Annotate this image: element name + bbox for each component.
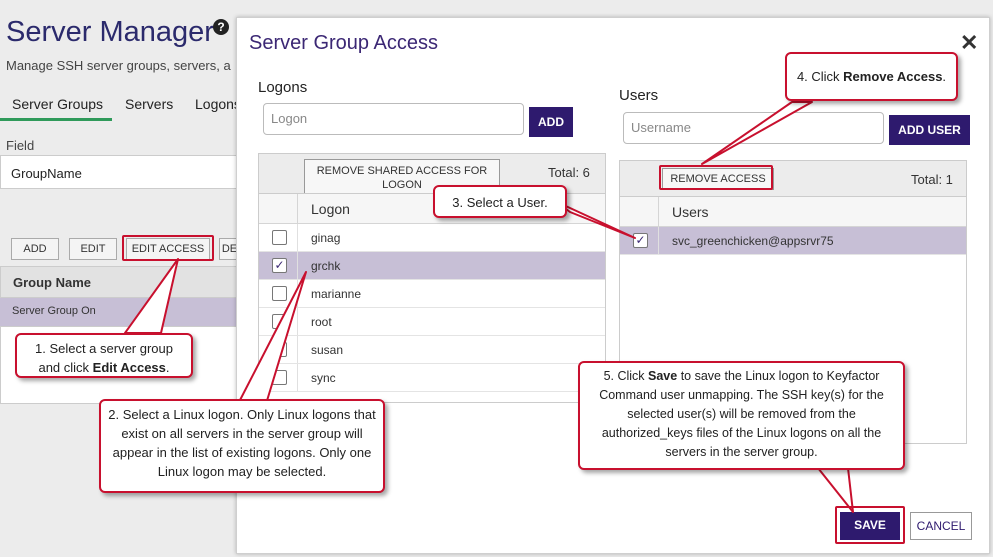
callout-step-1: 1. Select a server group and click Edit … [15,333,193,378]
logon-name: susan [311,343,344,357]
user-name: svc_greenchicken@appsrvr75 [672,234,834,248]
checkbox[interactable] [272,370,287,385]
callout-step-4: 4. Click Remove Access. [785,52,958,101]
callout-step-3: 3. Select a User. [433,185,567,218]
callout-step-2: 2. Select a Linux logon. Only Linux logo… [99,399,385,493]
list-item[interactable]: ✓ svc_greenchicken@appsrvr75 [620,227,966,255]
help-icon[interactable]: ? [213,19,229,35]
add-user-button[interactable]: ADD USER [889,115,970,145]
logon-name: sync [311,371,336,385]
edit-access-highlight [122,235,214,261]
checkbox[interactable] [272,314,287,329]
list-item[interactable]: susan [259,336,605,364]
callout-step-5: 5. Click Save to save the Linux logon to… [578,361,905,470]
logons-total: Total: 6 [548,165,590,180]
remove-access-highlight [659,165,773,190]
page-title: Server Manager [6,16,214,48]
list-item[interactable]: marianne [259,280,605,308]
logon-column-label: Logon [311,201,350,217]
field-label: Field [6,138,35,153]
add-logon-button[interactable]: ADD [529,107,573,137]
logons-section-label: Logons [258,79,308,96]
logon-input[interactable]: Logon [263,103,524,135]
list-item[interactable]: sync [259,364,605,392]
list-item[interactable]: root [259,308,605,336]
list-item[interactable]: ✓ grchk [259,252,605,280]
logon-name: ginag [311,231,341,245]
edit-button[interactable]: EDIT [69,238,117,260]
group-name-column-header[interactable]: Group Name [0,266,250,298]
logon-name: grchk [311,259,341,273]
dialog-title: Server Group Access [249,32,438,54]
list-item[interactable]: ginag [259,224,605,252]
close-icon[interactable]: ✕ [960,30,978,56]
tab-servers[interactable]: Servers [125,96,173,112]
save-highlight [835,506,905,544]
tab-logons[interactable]: Logons [195,96,241,112]
tab-server-groups[interactable]: Server Groups [0,96,112,121]
checkbox[interactable] [272,230,287,245]
users-section-label: Users [619,87,659,104]
users-column-header[interactable]: Users [620,197,966,227]
logon-name: marianne [311,287,362,301]
checkbox[interactable] [272,342,287,357]
checkbox-checked[interactable]: ✓ [633,233,648,248]
username-input[interactable]: Username [623,112,884,144]
users-total: Total: 1 [911,172,953,187]
checkbox[interactable] [272,286,287,301]
field-select[interactable]: GroupName [0,155,250,189]
logon-name: root [311,315,332,329]
cancel-button[interactable]: CANCEL [910,512,972,540]
table-row[interactable]: Server Group On [0,298,250,326]
users-column-label: Users [672,204,709,220]
checkbox-checked[interactable]: ✓ [272,258,287,273]
add-button[interactable]: ADD [11,238,59,260]
page-subtitle: Manage SSH server groups, servers, a [6,58,231,73]
